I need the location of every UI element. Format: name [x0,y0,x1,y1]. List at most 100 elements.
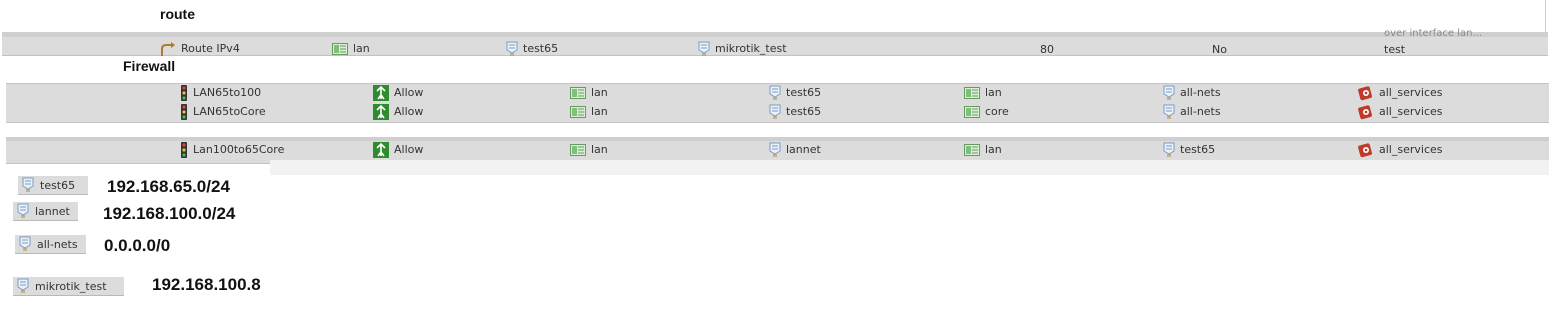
route-icon [160,41,176,57]
rule-destination-network-cell[interactable]: all-nets [1163,84,1221,101]
rule-name-cell: LAN65toCore [180,103,266,120]
rule-service: all_services [1379,105,1443,118]
address-object-label[interactable]: lannet [13,202,78,221]
address-icon [22,177,34,193]
firewall-rule-row[interactable]: LAN65toCore Allow lan test65 core all-nets all… [0,103,1549,120]
interface-icon [964,144,980,156]
allow-icon [373,104,389,120]
rule-source-interface-cell[interactable]: lan [570,141,608,158]
allow-icon [373,85,389,101]
address-icon [19,236,31,252]
address-icon [17,203,29,219]
route-row[interactable]: Route IPv4 lan test65 mikrotik_test 80 N… [2,28,1548,57]
address-icon [769,85,781,101]
address-object-label[interactable]: mikrotik_test [13,277,124,296]
address-object-label[interactable]: all-nets [15,235,86,254]
route-interface-cell[interactable]: lan [332,40,370,57]
address-object-value: 192.168.65.0/24 [107,177,230,196]
address-icon [506,41,518,57]
rule-action-cell[interactable]: Allow [373,84,423,101]
interface-icon [332,43,348,55]
rule-service-cell[interactable]: all_services [1358,84,1443,101]
service-icon [1358,142,1374,158]
traffic-light-icon [180,142,188,158]
rule-source-network: test65 [786,105,822,118]
address-object-value: 0.0.0.0/0 [104,236,171,255]
rule-action-cell[interactable]: Allow [373,141,423,158]
rule-service: all_services [1379,86,1443,99]
interface-icon [570,87,586,99]
rule-destination-network-cell[interactable]: test65 [1163,141,1215,158]
rule-destination-network: all-nets [1180,86,1221,99]
address-icon [17,278,29,294]
rule-name: LAN65toCore [193,105,266,118]
route-gateway-cell[interactable]: mikrotik_test [698,40,787,57]
rule-service-cell[interactable]: all_services [1358,141,1443,158]
address-object-value: 192.168.100.8 [152,275,261,294]
rule-action: Allow [394,86,424,99]
table-footer-strip [270,160,1549,175]
address-icon [1163,104,1175,120]
rule-source-network-cell[interactable]: test65 [769,84,821,101]
route-interface: lan [353,42,370,55]
rule-action-cell[interactable]: Allow [373,103,423,120]
rule-source-interface: lan [591,105,608,118]
route-proxy-arp: No [1212,43,1227,56]
rule-name: LAN65to100 [193,86,262,99]
rule-destination-interface: core [985,105,1009,118]
rule-source-interface: lan [591,143,608,156]
interface-icon [964,87,980,99]
rule-destination-interface: lan [985,143,1002,156]
route-heading: route [160,6,195,22]
rule-source-interface: lan [591,86,608,99]
rule-name-cell: Lan100to65Core [180,141,284,158]
rule-destination-interface-cell[interactable]: core [964,103,1009,120]
firewall-rule-row[interactable]: LAN65to100 Allow lan test65 lan all-nets all_s… [0,84,1549,101]
traffic-light-icon [180,85,188,101]
address-icon [769,104,781,120]
interface-icon [570,106,586,118]
rule-destination-network-cell[interactable]: all-nets [1163,103,1221,120]
divider [1545,0,1546,32]
rule-destination-interface: lan [985,86,1002,99]
rule-destination-network: test65 [1180,143,1216,156]
address-object-name: mikrotik_test [35,279,107,293]
route-network-cell[interactable]: test65 [506,40,558,57]
route-gateway: mikrotik_test [715,42,787,55]
firewall-rule-row[interactable]: Lan100to65Core Allow lan lannet lan test65 all… [0,141,1549,158]
address-icon [698,41,710,57]
address-icon [1163,85,1175,101]
interface-icon [964,106,980,118]
rule-action: Allow [394,143,424,156]
rule-name-cell: LAN65to100 [180,84,261,101]
address-icon [769,142,781,158]
service-icon [1358,85,1374,101]
rule-source-network: lannet [786,143,821,156]
rule-destination-network: all-nets [1180,105,1221,118]
address-object-name: lannet [35,204,70,218]
route-comment-cut: over interface lan... [1384,27,1483,39]
route-network: test65 [523,42,559,55]
rule-service-cell[interactable]: all_services [1358,103,1443,120]
address-object-label[interactable]: test65 [18,176,88,195]
address-object-value: 192.168.100.0/24 [103,204,236,223]
route-type-cell: Route IPv4 [160,40,240,57]
rule-destination-interface-cell[interactable]: lan [964,84,1002,101]
rule-source-interface-cell[interactable]: lan [570,103,608,120]
route-metric: 80 [1040,43,1054,56]
route-type: Route IPv4 [181,42,240,55]
firewall-heading: Firewall [123,58,176,74]
interface-icon [570,144,586,156]
service-icon [1358,104,1374,120]
address-object-name: test65 [40,178,76,192]
rule-source-interface-cell[interactable]: lan [570,84,608,101]
address-object-name: all-nets [37,237,78,251]
rule-source-network: test65 [786,86,822,99]
rule-source-network-cell[interactable]: lannet [769,141,821,158]
rule-source-network-cell[interactable]: test65 [769,103,821,120]
rule-service: all_services [1379,143,1443,156]
traffic-light-icon [180,104,188,120]
rule-action: Allow [394,105,424,118]
address-icon [1163,142,1175,158]
rule-destination-interface-cell[interactable]: lan [964,141,1002,158]
